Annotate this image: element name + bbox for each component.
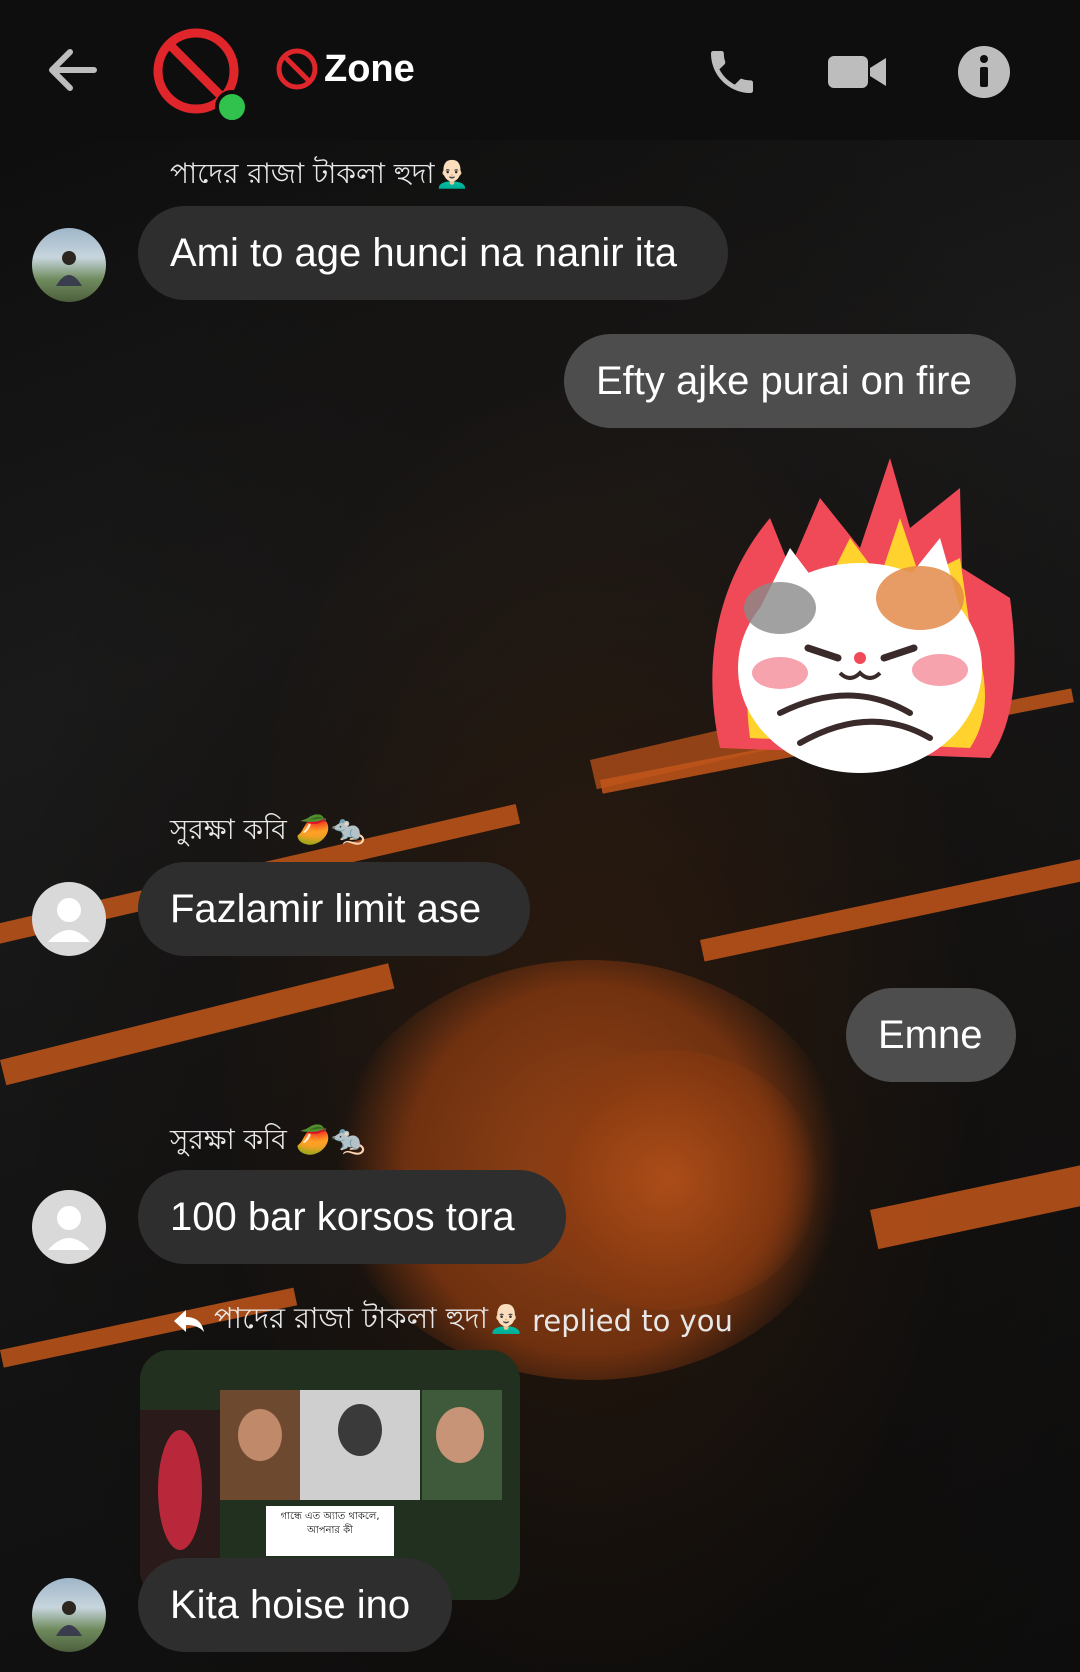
chat-title[interactable]: Zone bbox=[274, 46, 415, 92]
avatar[interactable] bbox=[32, 1190, 106, 1264]
video-camera-icon[interactable] bbox=[826, 44, 886, 100]
sender-name: সুরক্ষা কবি 🥭🐀 bbox=[170, 813, 366, 846]
angry-cat-sticker[interactable] bbox=[700, 458, 1018, 778]
image-caption: গান্ধে এত অ্যাত থাকলে, আপনার কী bbox=[266, 1506, 394, 1556]
message-bubble[interactable]: 100 bar korsos tora bbox=[138, 1170, 566, 1264]
reply-sender: পাদের রাজা টাকলা হুদা👨🏻‍🦲 bbox=[214, 1301, 525, 1335]
info-icon[interactable] bbox=[956, 44, 1012, 100]
chat-header: Zone bbox=[0, 0, 1080, 140]
message-bubble[interactable]: Emne bbox=[846, 988, 1016, 1082]
prohibited-icon bbox=[276, 48, 318, 90]
sender-name: পাদের রাজা টাকলা হুদা👨🏻‍🦲 bbox=[170, 157, 470, 190]
back-arrow-icon[interactable] bbox=[40, 40, 110, 100]
sender-name: সুরক্ষা কবি 🥭🐀 bbox=[170, 1123, 366, 1156]
phone-icon[interactable] bbox=[704, 44, 760, 100]
chat-title-text: Zone bbox=[324, 47, 415, 90]
reply-arrow-icon bbox=[174, 1309, 204, 1332]
reply-suffix: replied to you bbox=[532, 1303, 733, 1338]
message-bubble[interactable]: Kita hoise ino bbox=[138, 1558, 452, 1652]
reply-note: পাদের রাজা টাকলা হুদা👨🏻‍🦲 replied to you bbox=[172, 1296, 733, 1345]
online-indicator bbox=[215, 90, 249, 124]
message-bubble[interactable]: Efty ajke purai on fire bbox=[564, 334, 1016, 428]
avatar[interactable] bbox=[32, 228, 106, 302]
avatar[interactable] bbox=[32, 1578, 106, 1652]
message-bubble[interactable]: Ami to age hunci na nanir ita bbox=[138, 206, 728, 300]
avatar[interactable] bbox=[32, 882, 106, 956]
message-bubble[interactable]: Fazlamir limit ase bbox=[138, 862, 530, 956]
